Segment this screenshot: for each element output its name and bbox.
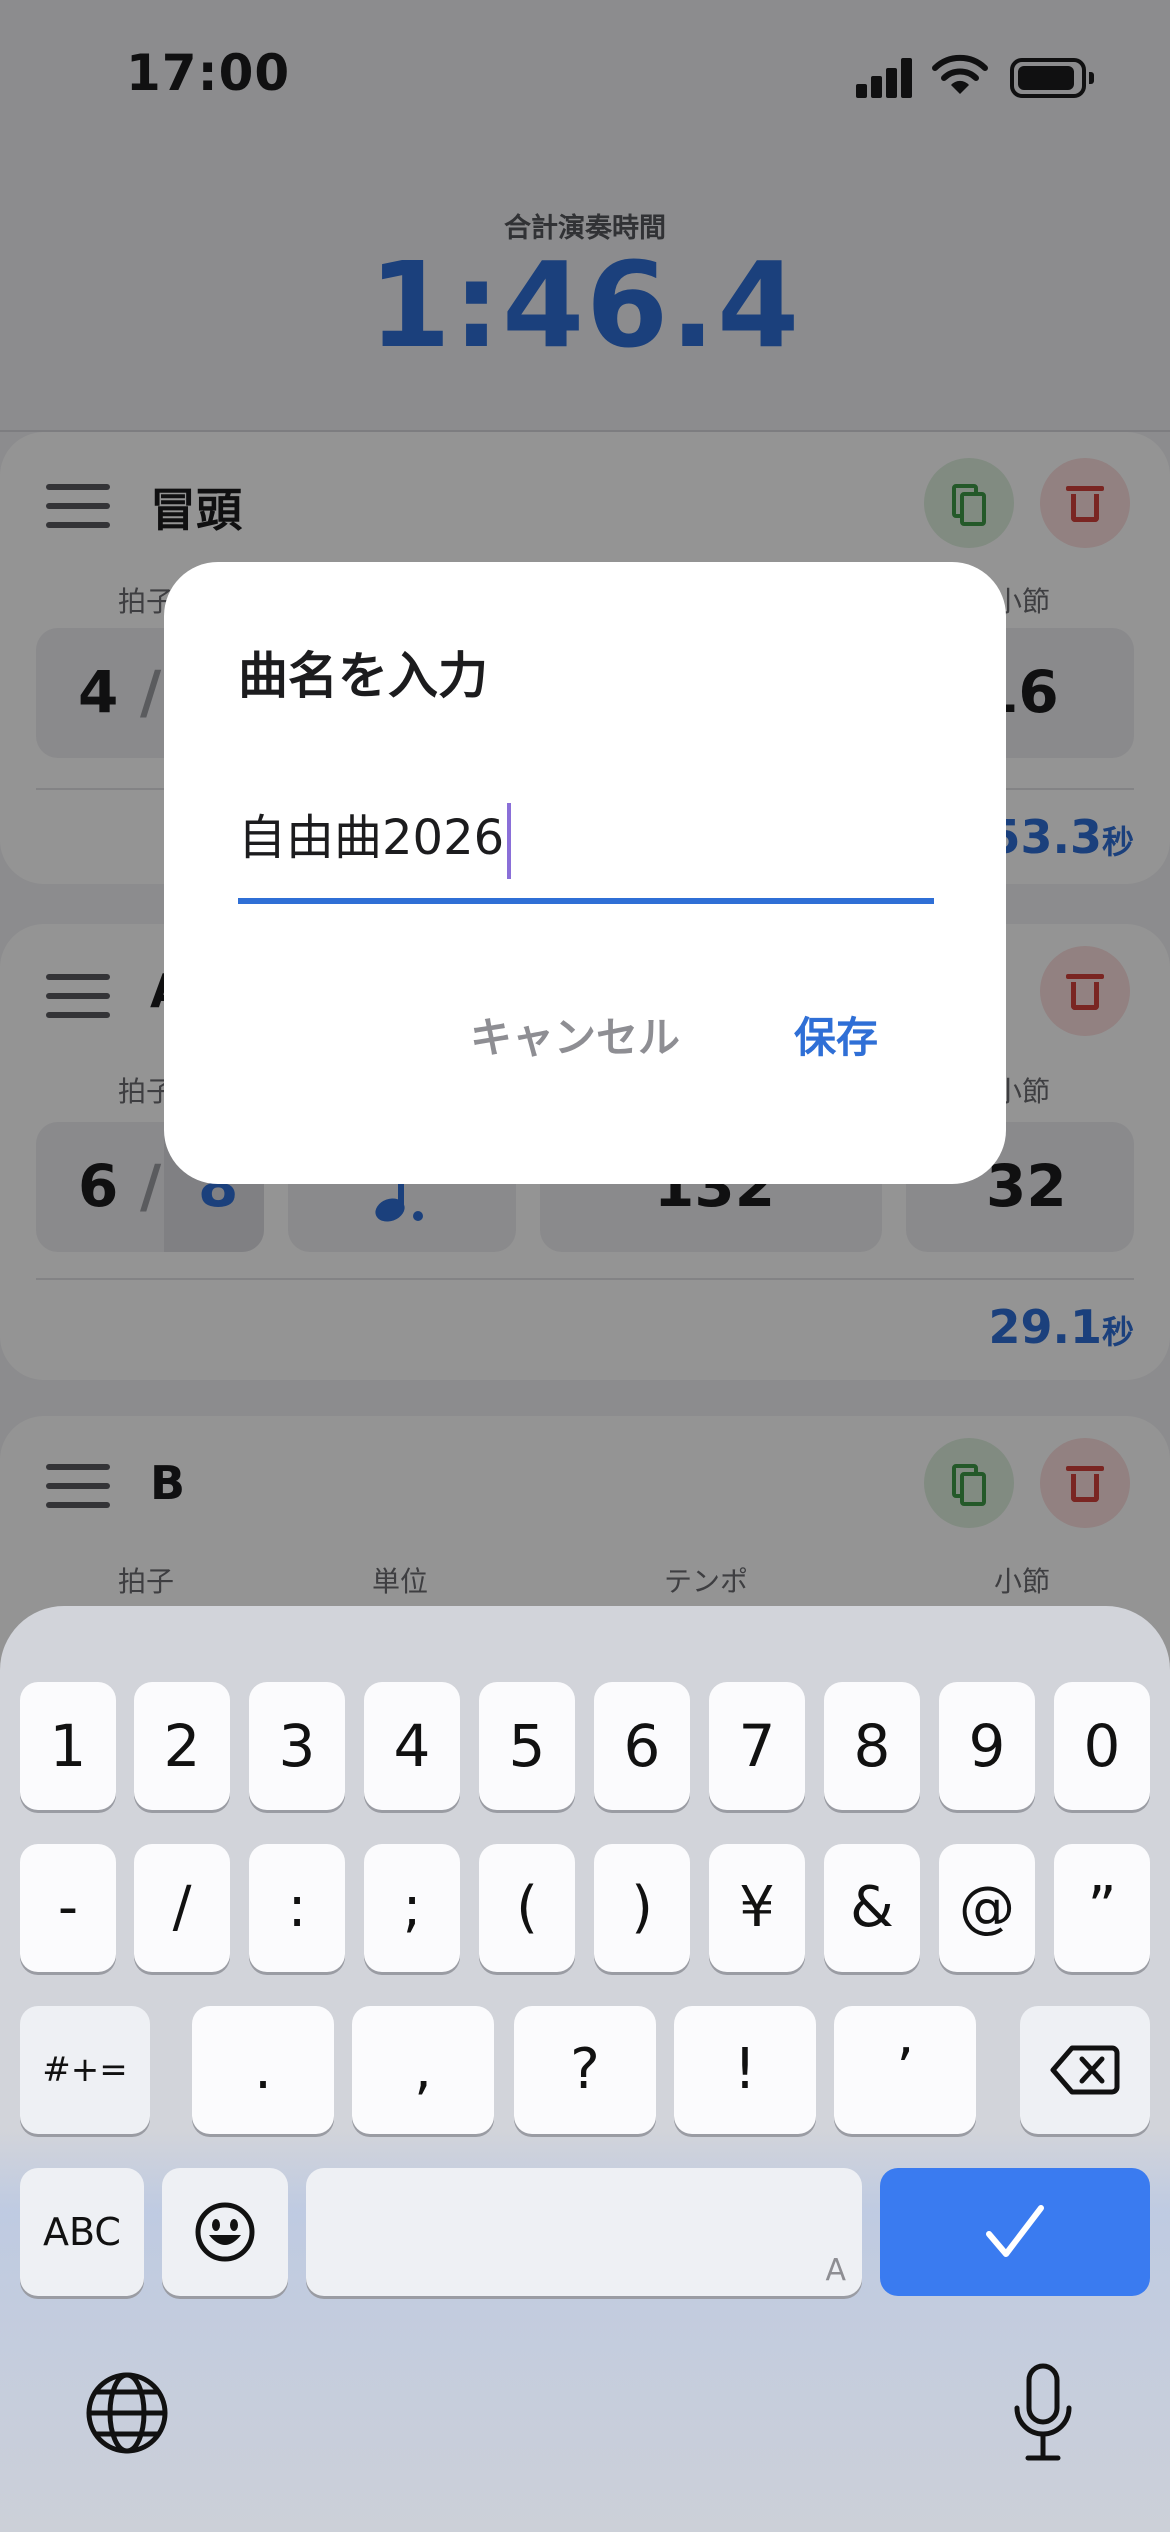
emoji-icon xyxy=(195,2202,255,2262)
key-4[interactable]: 4 xyxy=(364,1682,460,1810)
backspace-icon xyxy=(1050,2045,1120,2095)
delete-key[interactable] xyxy=(1020,2006,1150,2134)
key-question[interactable]: ? xyxy=(514,2006,656,2134)
globe-icon[interactable] xyxy=(84,2370,170,2456)
key-colon[interactable]: : xyxy=(249,1844,345,1972)
space-key[interactable]: A xyxy=(306,2168,862,2296)
key-ampersand[interactable]: & xyxy=(824,1844,920,1972)
abc-key[interactable]: ABC xyxy=(20,2168,144,2296)
key-period[interactable]: . xyxy=(192,2006,334,2134)
symbols-toggle-key[interactable]: #+= xyxy=(20,2006,150,2134)
checkmark-icon xyxy=(986,2205,1044,2257)
song-name-dialog: 曲名を入力 自由曲2026 キャンセル 保存 xyxy=(164,562,1006,1184)
text-caret xyxy=(507,803,512,879)
key-1[interactable]: 1 xyxy=(20,1682,116,1810)
key-6[interactable]: 6 xyxy=(594,1682,690,1810)
key-0[interactable]: 0 xyxy=(1054,1682,1150,1810)
key-semicolon[interactable]: ; xyxy=(364,1844,460,1972)
key-slash[interactable]: / xyxy=(134,1844,230,1972)
dialog-title: 曲名を入力 xyxy=(238,647,488,705)
done-key[interactable] xyxy=(880,2168,1150,2296)
key-quote[interactable]: ” xyxy=(1054,1844,1150,1972)
key-2[interactable]: 2 xyxy=(134,1682,230,1810)
cancel-button[interactable]: キャンセル xyxy=(470,1004,680,1065)
key-7[interactable]: 7 xyxy=(709,1682,805,1810)
key-apostrophe[interactable]: ’ xyxy=(834,2006,976,2134)
key-exclamation[interactable]: ! xyxy=(674,2006,816,2134)
key-close-paren[interactable]: ) xyxy=(594,1844,690,1972)
key-3[interactable]: 3 xyxy=(249,1682,345,1810)
key-open-paren[interactable]: ( xyxy=(479,1844,575,1972)
song-name-input[interactable]: 自由曲2026 xyxy=(238,794,934,904)
microphone-icon[interactable] xyxy=(1008,2362,1078,2466)
key-yen[interactable]: ¥ xyxy=(709,1844,805,1972)
key-at[interactable]: @ xyxy=(939,1844,1035,1972)
key-9[interactable]: 9 xyxy=(939,1682,1035,1810)
key-comma[interactable]: , xyxy=(352,2006,494,2134)
save-button[interactable]: 保存 xyxy=(794,1004,878,1065)
key-8[interactable]: 8 xyxy=(824,1682,920,1810)
key-hyphen[interactable]: - xyxy=(20,1844,116,1972)
key-5[interactable]: 5 xyxy=(479,1682,575,1810)
emoji-key[interactable] xyxy=(162,2168,288,2296)
